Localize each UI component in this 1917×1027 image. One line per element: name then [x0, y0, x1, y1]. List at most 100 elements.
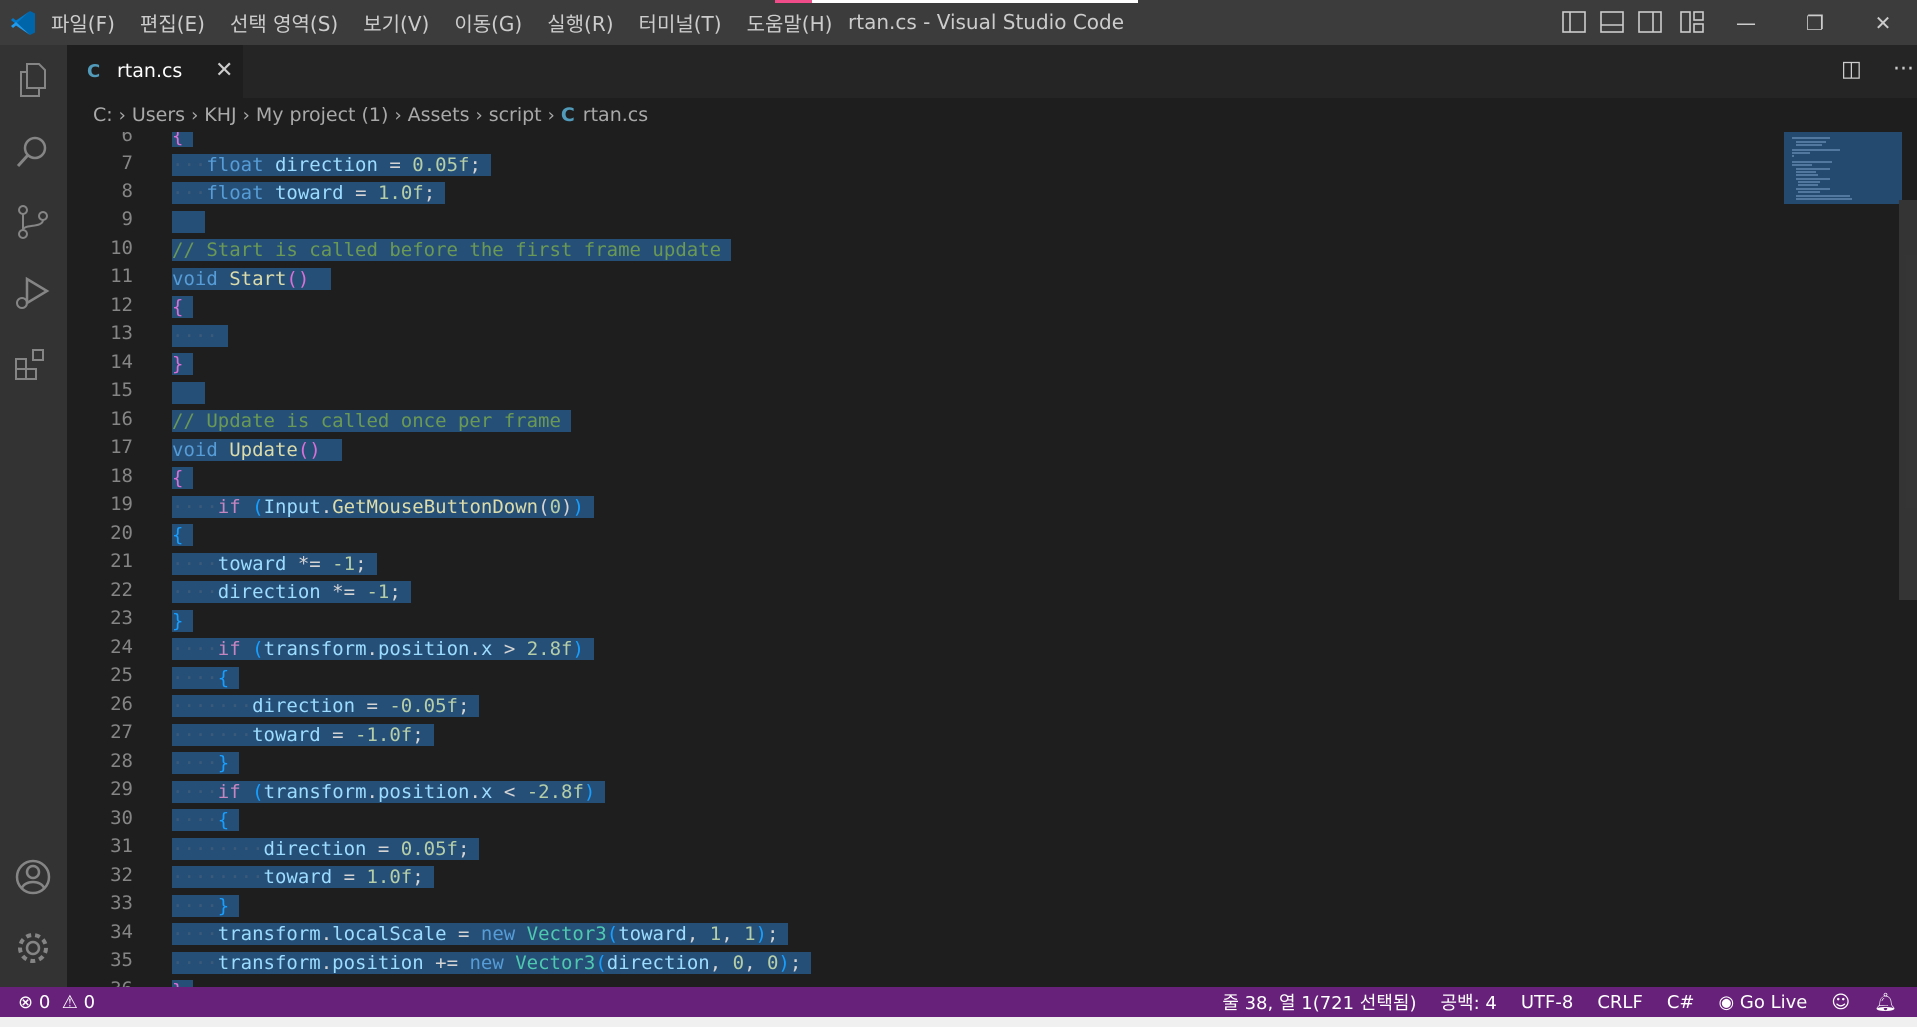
source-control-icon[interactable]	[13, 202, 53, 242]
menu-file[interactable]: 파일(F)	[51, 8, 115, 37]
breadcrumb-users[interactable]: Users	[132, 104, 185, 126]
code-line[interactable]: ···float toward = 1.0f;	[172, 179, 446, 207]
tab-close-icon[interactable]: ✕	[215, 58, 233, 83]
code-line[interactable]: ····{	[172, 806, 240, 834]
menu-edit[interactable]: 편집(E)	[140, 8, 205, 37]
breadcrumb-khj[interactable]: KHJ	[204, 104, 236, 126]
code-line[interactable]: }	[172, 977, 194, 987]
error-count[interactable]: 0	[39, 992, 50, 1013]
code-token: *=	[286, 552, 333, 575]
code-token: <	[492, 780, 527, 803]
code-token: float	[206, 153, 264, 176]
menu-terminal[interactable]: 터미널(T)	[639, 8, 722, 37]
code-line[interactable]: ····if (Input.GetMouseButtonDown(0))	[172, 493, 594, 521]
code-line[interactable]: ········direction = 0.05f;	[172, 835, 480, 863]
code-line[interactable]: ····if (transform.position.x < -2.8f)	[172, 778, 606, 806]
selection-highlight: {	[172, 296, 194, 318]
search-icon[interactable]	[13, 132, 53, 172]
end-of-line[interactable]: CRLF	[1597, 992, 1642, 1013]
split-editor-icon[interactable]: ◫	[1841, 57, 1862, 82]
scrollbar-thumb[interactable]	[1899, 200, 1917, 600]
code-line[interactable]: ····transform.localScale = new Vector3(t…	[172, 920, 789, 948]
breadcrumb-drive[interactable]: C:	[93, 104, 113, 126]
error-icon[interactable]: ⊗	[18, 992, 33, 1013]
line-number: 36	[67, 978, 133, 987]
accounts-icon[interactable]	[13, 857, 53, 897]
encoding[interactable]: UTF-8	[1521, 992, 1573, 1013]
code-token: toward	[217, 552, 287, 575]
menu-run[interactable]: 실행(R)	[547, 8, 613, 37]
code-line[interactable]: {	[172, 464, 194, 492]
code-line[interactable]: // Start is called before the first fram…	[172, 236, 732, 264]
run-debug-icon[interactable]	[13, 273, 53, 313]
tab-rtan-cs[interactable]: C rtan.cs ✕	[67, 45, 243, 99]
code-line[interactable]: ····toward *= -1;	[172, 550, 377, 578]
code-line[interactable]: ····	[172, 322, 228, 350]
indentation[interactable]: 공백: 4	[1441, 989, 1497, 1015]
code-token: )	[755, 923, 767, 945]
menu-view[interactable]: 보기(V)	[363, 8, 429, 37]
code-line[interactable]: ·······toward = -1.0f;	[172, 721, 434, 749]
code-line[interactable]	[172, 379, 205, 407]
code-line[interactable]	[172, 208, 205, 236]
menu-help[interactable]: 도움말(H)	[747, 8, 833, 37]
breadcrumb-file[interactable]: rtan.cs	[583, 104, 648, 126]
code-line[interactable]: // Update is called once per frame	[172, 407, 571, 435]
code-line[interactable]: ···float direction = 0.05f;	[172, 151, 491, 179]
language-mode[interactable]: C#	[1667, 992, 1695, 1013]
code-line[interactable]: {	[172, 293, 194, 321]
menu-go[interactable]: 이동(G)	[454, 8, 522, 37]
code-line[interactable]: ····if (transform.position.x > 2.8f)	[172, 635, 594, 663]
warning-count[interactable]: 0	[84, 992, 95, 1013]
code-token: direction	[263, 837, 367, 860]
restore-button[interactable]: ❐	[1785, 0, 1845, 45]
code-line[interactable]: ····}	[172, 749, 240, 777]
warning-icon[interactable]: ⚠	[62, 992, 78, 1013]
code-line[interactable]: void Update()	[172, 436, 343, 464]
code-line[interactable]: void Start()	[172, 265, 331, 293]
explorer-icon[interactable]	[13, 60, 53, 100]
code-line[interactable]: }	[172, 350, 194, 378]
feedback-icon[interactable]: ☺	[1831, 992, 1850, 1013]
status-right: 줄 38, 열 1(721 선택됨) 공백: 4 UTF-8 CRLF C# ◉…	[1198, 987, 1897, 1017]
code-line[interactable]: {	[172, 521, 194, 549]
code-line[interactable]: ········toward = 1.0f;	[172, 863, 434, 891]
close-icon: ✕	[1874, 10, 1892, 35]
minimize-button[interactable]: —	[1716, 0, 1776, 45]
code-token: ····	[172, 495, 218, 518]
settings-gear-icon[interactable]	[13, 928, 53, 968]
code-token: 2.8f	[526, 638, 573, 660]
tab-bar: C rtan.cs ✕ ◫ ···	[67, 45, 1917, 99]
go-live-button[interactable]: ◉ Go Live	[1718, 992, 1807, 1013]
toggle-panel-icon[interactable]	[1600, 11, 1624, 33]
code-editor[interactable]: 6 7 8 9 10 11 12 13 14 15 16 17 18 19 20…	[67, 132, 1917, 987]
code-line[interactable]: ·······direction = -0.05f;	[172, 692, 480, 720]
customize-layout-icon[interactable]	[1680, 11, 1704, 33]
code-line[interactable]: ····direction *= -1;	[172, 578, 411, 606]
code-token: 0	[549, 495, 562, 518]
code-line[interactable]: {	[172, 132, 194, 150]
code-line[interactable]: ····transform.position += new Vector3(di…	[172, 949, 812, 977]
code-line[interactable]: ····{	[172, 664, 240, 692]
breadcrumb-project[interactable]: My project (1)	[256, 104, 389, 126]
cursor-position[interactable]: 줄 38, 열 1(721 선택됨)	[1222, 989, 1416, 1015]
more-actions-icon[interactable]: ···	[1893, 57, 1914, 82]
menu-selection[interactable]: 선택 영역(S)	[230, 8, 338, 37]
code-line[interactable]: ····}	[172, 892, 240, 920]
code-lines[interactable]: {···float direction = 0.05f; ···float tow…	[172, 132, 1782, 987]
close-window-button[interactable]: ✕	[1853, 0, 1913, 45]
breadcrumb-assets[interactable]: Assets	[408, 104, 470, 126]
line-number-gutter: 6 7 8 9 10 11 12 13 14 15 16 17 18 19 20…	[67, 132, 167, 987]
code-line[interactable]: }	[172, 607, 194, 635]
extensions-icon[interactable]	[13, 345, 53, 385]
breadcrumb-script[interactable]: script	[489, 104, 542, 126]
code-token: ;	[458, 695, 470, 717]
toggle-secondary-sidebar-icon[interactable]	[1638, 11, 1662, 33]
bell-icon[interactable]: 🔔︎	[1874, 992, 1897, 1013]
toggle-primary-sidebar-icon[interactable]	[1562, 11, 1586, 33]
